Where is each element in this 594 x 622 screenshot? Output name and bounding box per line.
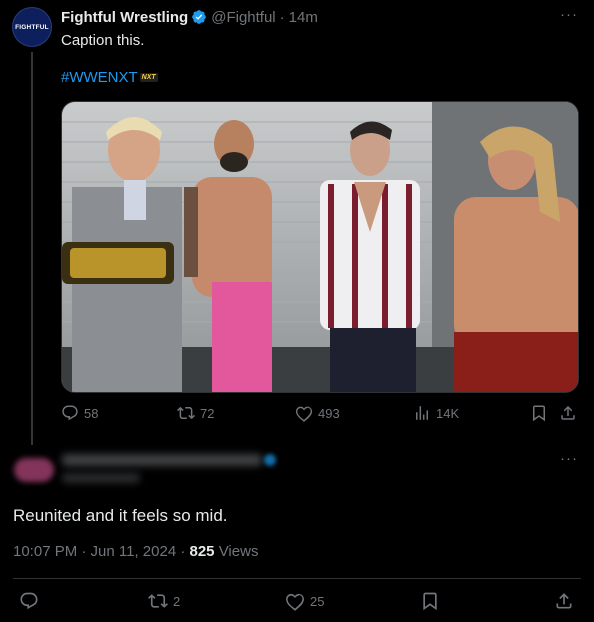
like-button[interactable]: 493 bbox=[295, 404, 340, 422]
views-count: 14K bbox=[436, 405, 460, 421]
more-options-button[interactable]: ··· bbox=[560, 6, 578, 23]
like-icon bbox=[295, 406, 313, 422]
views-button[interactable]: 14K bbox=[413, 404, 459, 422]
reply-reply-button[interactable] bbox=[19, 591, 39, 611]
hashtag-link[interactable]: #WWENXT NXT bbox=[61, 69, 158, 86]
reply-views-label: Views bbox=[214, 543, 259, 560]
wrestlers-photo bbox=[62, 102, 578, 392]
author-avatar[interactable]: FIGHTFUL bbox=[12, 7, 52, 47]
reply-icon bbox=[20, 592, 38, 610]
reply-actions-bar: 2 25 bbox=[0, 591, 594, 615]
bookmark-icon bbox=[423, 592, 437, 611]
repost-count: 72 bbox=[200, 405, 215, 421]
repost-button[interactable]: 72 bbox=[177, 404, 214, 422]
reply-like-button[interactable]: 25 bbox=[285, 591, 324, 611]
reply-bookmark-button[interactable] bbox=[420, 591, 440, 611]
tweet-header: Fightful Wrestling @Fightful · 14m bbox=[61, 7, 318, 27]
repost-icon bbox=[148, 594, 168, 608]
reply-button[interactable]: 58 bbox=[61, 404, 98, 422]
thread-line bbox=[31, 52, 33, 445]
share-icon bbox=[561, 405, 575, 420]
bookmark-icon bbox=[533, 405, 545, 422]
redacted-avatar bbox=[14, 458, 54, 482]
separator-dot: · bbox=[279, 8, 285, 26]
redacted-author-name bbox=[62, 454, 262, 466]
reply-repost-button[interactable]: 2 bbox=[148, 591, 180, 611]
hashtag-text[interactable]: #WWENXT bbox=[61, 69, 138, 86]
reply-views-count: 825 bbox=[189, 543, 215, 560]
reply-timestamp[interactable]: 10:07 PM · Jun 11, 2024 · bbox=[13, 543, 190, 560]
repost-icon bbox=[177, 406, 195, 420]
like-icon bbox=[286, 593, 304, 611]
reply-like-count: 25 bbox=[310, 593, 325, 609]
author-name[interactable]: Fightful Wrestling bbox=[61, 9, 188, 26]
reply-text: Reunited and it feels so mid. bbox=[13, 506, 228, 525]
verified-badge-icon bbox=[192, 10, 207, 24]
reply-count: 58 bbox=[84, 405, 99, 421]
original-tweet[interactable]: FIGHTFUL Fightful Wrestling @Fightful · … bbox=[0, 0, 594, 450]
author-handle[interactable]: @Fightful bbox=[211, 9, 275, 26]
like-count: 493 bbox=[318, 405, 340, 421]
hashtag-badge: NXT bbox=[139, 73, 158, 82]
redacted-verified-icon bbox=[264, 454, 276, 466]
tweet-media-image[interactable] bbox=[61, 101, 579, 393]
share-icon bbox=[556, 593, 572, 609]
reply-meta: 10:07 PM · Jun 11, 2024 · 825 Views bbox=[13, 543, 258, 560]
reply-icon bbox=[62, 405, 78, 421]
reply-more-options-button[interactable]: ··· bbox=[560, 450, 578, 467]
bookmark-button[interactable] bbox=[530, 404, 548, 422]
divider bbox=[13, 578, 581, 579]
tweet-timestamp[interactable]: 14m bbox=[289, 9, 318, 26]
views-icon bbox=[416, 406, 428, 420]
redacted-author-handle bbox=[62, 473, 140, 483]
avatar-logo-text: FIGHTFUL bbox=[15, 23, 49, 31]
tweet-actions-bar: 58 72 493 14K bbox=[61, 404, 579, 426]
reply-share-button[interactable] bbox=[554, 591, 574, 611]
tweet-text: Caption this. bbox=[61, 32, 145, 49]
reply-repost-count: 2 bbox=[173, 593, 181, 609]
share-button[interactable] bbox=[559, 404, 577, 422]
